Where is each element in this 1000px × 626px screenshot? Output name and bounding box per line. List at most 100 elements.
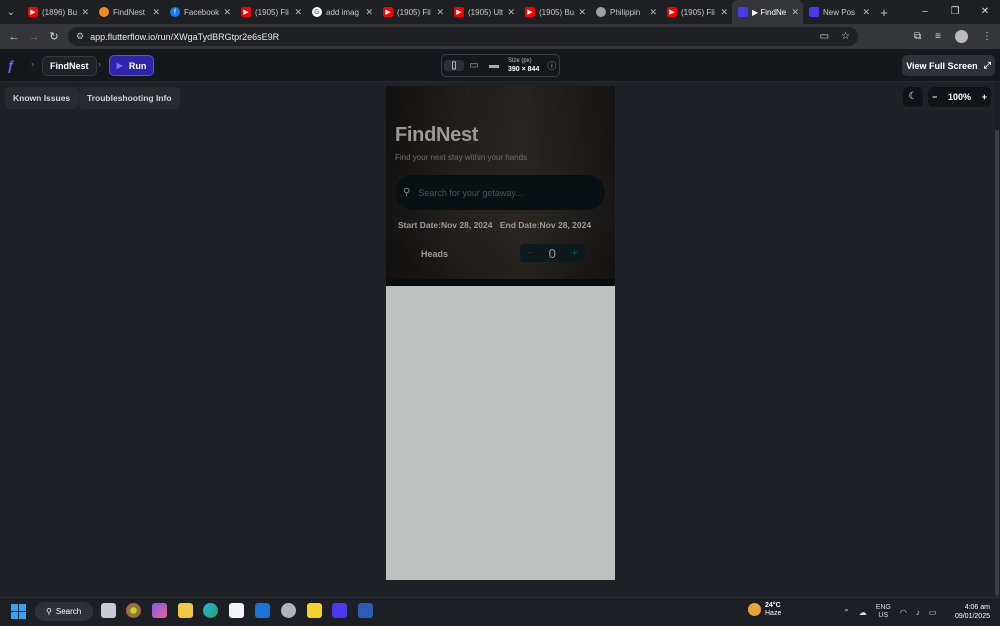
info-icon[interactable]: ⓘ [547,59,556,72]
tab-close-icon[interactable]: ✕ [223,7,231,18]
clock-date: 09/01/2025 [954,613,990,621]
heads-count: 0 [548,245,556,261]
browser-tab[interactable]: ▶ (1896) Bu ✕ [22,0,93,24]
store-icon[interactable] [229,603,244,618]
decrement-button[interactable]: − [527,248,533,259]
disk-icon[interactable] [281,603,296,618]
browser-tab[interactable]: ▶ FindNe ✕ [732,0,803,24]
tab-close-icon[interactable]: ✕ [649,7,657,18]
file-explorer-icon[interactable] [178,603,193,618]
lang-region: US [878,612,889,619]
tab-close-icon[interactable]: ✕ [436,7,444,18]
tablet-device-icon[interactable]: ▭ [464,60,484,71]
tab-title: (1896) Bu [42,7,78,17]
browser-tab[interactable]: New Pos ✕ [803,0,874,24]
end-date[interactable]: End Date:Nov 28, 2024 [500,220,591,230]
troubleshooting-info-button[interactable]: Troubleshooting Info [79,87,180,109]
browser-tab[interactable]: f Facebook ✕ [164,0,235,24]
wifi-icon[interactable]: ◠ [900,608,907,617]
tab-close-icon[interactable]: ✕ [862,7,870,18]
taskbar-search[interactable]: ⚲ Search [35,602,93,621]
battery-icon[interactable]: ▭ [929,608,937,617]
browser-tab[interactable]: ▶ (1905) Fli ✕ [377,0,448,24]
chevron-up-icon[interactable]: ⌃ [843,608,850,617]
project-name-button[interactable]: FindNest [42,56,97,76]
browser-tab[interactable]: Philippin ✕ [590,0,661,24]
browser-tab[interactable]: ▶ (1905) Fli ✕ [235,0,306,24]
chrome-icon[interactable] [126,603,141,618]
play-icon: ▶ [116,61,123,70]
run-label: Run [128,60,147,71]
site-info-icon[interactable]: ⚙ [76,31,84,42]
cast-icon[interactable]: ▭ [820,31,829,42]
new-tab-button[interactable]: + [874,5,894,20]
increment-button[interactable]: + [572,247,578,259]
volume-icon[interactable]: ♪ [916,608,920,617]
tab-close-icon[interactable]: ✕ [365,7,373,18]
browser-tab[interactable]: FindNest ✕ [93,0,164,24]
zoom-out-button[interactable]: − [932,92,937,102]
scrollbar-thumb[interactable] [995,130,999,596]
url-field[interactable]: ⚙ app.flutterflow.io/run/XWgaTydBRGtpr2e… [68,27,858,46]
browser-tab[interactable]: ▶ (1905) Fli ✕ [661,0,732,24]
date-range: Start Date:Nov 28, 2024 End Date:Nov 28,… [398,220,591,230]
media-icon[interactable]: ≡ [935,31,941,42]
security-icon[interactable] [255,603,270,618]
known-issues-button[interactable]: Known Issues [5,87,79,109]
lang-code: ENG [875,604,891,612]
tab-close-icon[interactable]: ✕ [294,7,302,18]
tab-close-icon[interactable]: ✕ [720,7,728,18]
clock-time: 4:06 am [964,604,990,611]
extensions-icon[interactable]: ⧉ [914,31,921,42]
bookmark-star-icon[interactable]: ☆ [841,31,850,42]
browser-tab[interactable]: ▶ (1905) Bu ✕ [519,0,590,24]
weather-widget[interactable]: 24°C Haze [748,602,781,617]
browser-tab[interactable]: ▶ (1905) Ult ✕ [448,0,519,24]
zoom-in-button[interactable]: + [982,92,987,102]
flutterflow-app-icon[interactable] [332,603,347,618]
windows-taskbar: ⚲ Search 24°C Haze ⌃ ☁ ENG US ◠ ♪ ▭ 4:06… [0,597,1000,625]
task-view-icon[interactable] [101,603,116,618]
size-value: 390 × 844 [508,66,540,73]
tab-close-icon[interactable]: ✕ [578,7,586,18]
reload-button[interactable]: ↻ [44,30,64,43]
phone-device-icon[interactable]: ▯ [444,60,464,71]
run-button[interactable]: ▶ Run [109,55,154,76]
facebook-icon: f [170,7,180,17]
start-date[interactable]: Start Date:Nov 28, 2024 [398,220,493,230]
desktop-device-icon[interactable]: ▬ [484,60,504,71]
copilot-icon[interactable] [152,603,167,618]
canvas-scrollbar[interactable] [994,82,1000,596]
tab-search-button[interactable]: ⌄ [0,0,22,24]
tab-close-icon[interactable]: ✕ [507,7,515,18]
dark-mode-toggle-icon[interactable]: ☾ [903,87,923,107]
clock[interactable]: 4:06 am 09/01/2025 [952,603,990,621]
minimize-button[interactable]: – [910,0,940,24]
flutterflow-logo-icon[interactable]: ƒ [7,57,23,73]
edge-icon[interactable] [203,603,218,618]
cloud-icon[interactable]: ☁ [859,608,867,617]
maximize-button[interactable]: ❐ [940,0,970,24]
search-input[interactable]: ⚲ Search for your getaway... [395,175,605,210]
tab-close-icon[interactable]: ✕ [791,7,799,18]
sticky-notes-icon[interactable] [307,603,322,618]
tab-close-icon[interactable]: ✕ [81,7,89,18]
size-readout: Size (px) 390 × 844 [508,58,539,73]
google-icon: G [312,7,322,17]
youtube-icon: ▶ [28,7,38,17]
browser-tab[interactable]: Gadd imag ✕ [306,0,377,24]
view-full-screen-button[interactable]: View Full Screen ⤢ [902,55,995,76]
flutterflow-icon [809,7,819,17]
language-indicator[interactable]: ENG US [876,604,891,619]
forward-button[interactable]: → [24,31,44,43]
tab-title: (1905) Fli [681,7,715,17]
close-window-button[interactable]: ✕ [970,0,1000,24]
back-button[interactable]: ← [4,31,24,43]
tab-title: add imag [326,7,359,17]
windows-start-icon[interactable] [11,604,26,619]
profile-avatar[interactable] [955,30,968,43]
word-icon[interactable] [358,603,373,618]
browser-menu-icon[interactable]: ⋮ [982,31,992,42]
tab-close-icon[interactable]: ✕ [152,7,160,18]
zoom-level: 100% [947,92,972,102]
